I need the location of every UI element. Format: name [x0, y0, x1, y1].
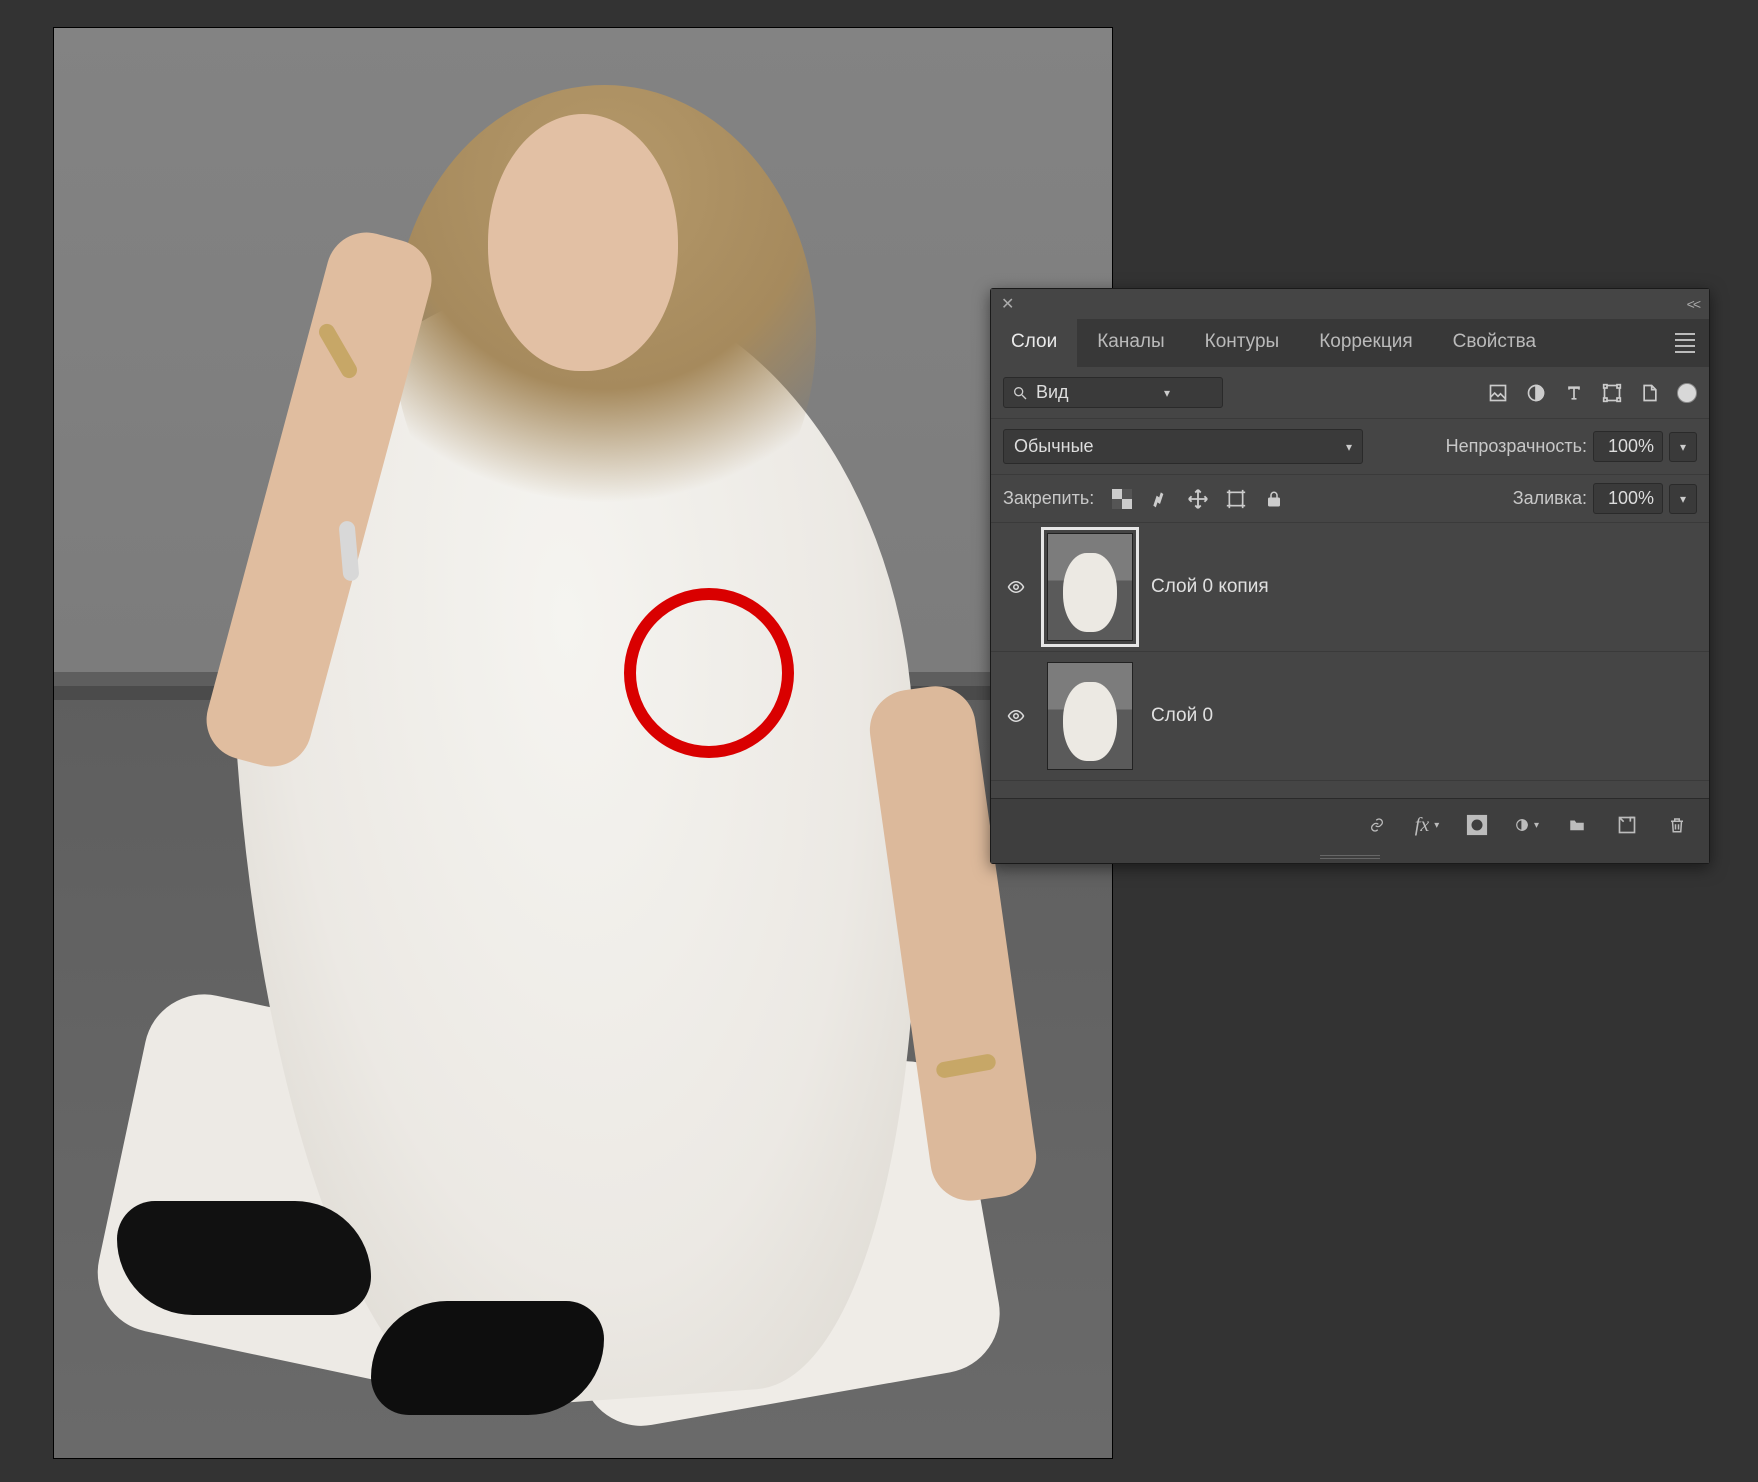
- close-panel-icon[interactable]: ✕: [1001, 294, 1014, 314]
- layer-fx-icon[interactable]: fx ▾: [1415, 813, 1439, 837]
- tab-paths[interactable]: Контуры: [1185, 319, 1300, 367]
- photo-content: [54, 28, 1112, 1458]
- layer-row[interactable]: Слой 0: [991, 651, 1709, 780]
- lock-transparency-icon[interactable]: [1110, 487, 1134, 511]
- layer-list: Слой 0 копия Слой 0: [991, 522, 1709, 798]
- blend-mode-select[interactable]: Обычные ▾: [1003, 429, 1363, 464]
- panel-tabs: Слои Каналы Контуры Коррекция Свойства: [991, 319, 1709, 367]
- visibility-eye-icon[interactable]: [1003, 578, 1029, 596]
- shape-layer-icon[interactable]: [1601, 382, 1623, 404]
- collapse-panel-icon[interactable]: <<: [1687, 296, 1699, 312]
- lock-pixels-icon[interactable]: [1148, 487, 1172, 511]
- pixel-layer-icon[interactable]: [1487, 382, 1509, 404]
- opacity-label: Непрозрачность:: [1446, 436, 1587, 457]
- smartobject-layer-icon[interactable]: [1639, 382, 1661, 404]
- lock-fill-row: Закрепить: Заливка: 100% ▾: [991, 474, 1709, 522]
- tab-layers[interactable]: Слои: [991, 319, 1077, 367]
- tab-channels[interactable]: Каналы: [1077, 319, 1184, 367]
- chevron-down-icon: ▾: [1164, 386, 1170, 400]
- layer-name-label[interactable]: Слой 0: [1151, 705, 1213, 727]
- layer-filter-dropdown[interactable]: ▾: [1003, 377, 1223, 408]
- panel-menu-icon[interactable]: [1685, 333, 1709, 353]
- layer-thumbnail[interactable]: [1047, 662, 1133, 770]
- link-layers-icon[interactable]: [1365, 813, 1389, 837]
- layer-name-label[interactable]: Слой 0 копия: [1151, 576, 1269, 598]
- fill-value[interactable]: 100%: [1593, 483, 1663, 514]
- filter-toggle-switch[interactable]: [1677, 383, 1697, 403]
- lock-all-icon[interactable]: [1262, 487, 1286, 511]
- blend-mode-value: Обычные: [1014, 436, 1094, 457]
- adjustment-layer-icon[interactable]: [1525, 382, 1547, 404]
- layers-panel: ✕ << Слои Каналы Контуры Коррекция Свойс…: [990, 288, 1710, 864]
- layer-row[interactable]: Слой 0 копия: [991, 522, 1709, 651]
- search-icon: [1012, 385, 1028, 401]
- type-layer-icon[interactable]: [1563, 382, 1585, 404]
- visibility-eye-icon[interactable]: [1003, 707, 1029, 725]
- tab-properties[interactable]: Свойства: [1433, 319, 1556, 367]
- lock-artboard-icon[interactable]: [1224, 487, 1248, 511]
- layer-filter-row: ▾: [991, 367, 1709, 418]
- panel-bottom-toolbar: fx ▾ ▾: [991, 798, 1709, 851]
- opacity-chevron[interactable]: ▾: [1669, 432, 1697, 462]
- panel-resize-grip[interactable]: [991, 851, 1709, 863]
- add-mask-icon[interactable]: [1465, 813, 1489, 837]
- annotation-red-circle: [624, 588, 794, 758]
- lock-position-icon[interactable]: [1186, 487, 1210, 511]
- fill-label: Заливка:: [1513, 488, 1587, 509]
- panel-titlebar[interactable]: ✕ <<: [991, 289, 1709, 319]
- document-canvas[interactable]: [54, 28, 1112, 1458]
- delete-layer-icon[interactable]: [1665, 813, 1689, 837]
- new-group-icon[interactable]: [1565, 813, 1589, 837]
- layer-filter-input[interactable]: [1036, 382, 1156, 403]
- lock-label: Закрепить:: [1003, 488, 1094, 509]
- new-adjustment-icon[interactable]: ▾: [1515, 813, 1539, 837]
- opacity-value[interactable]: 100%: [1593, 431, 1663, 462]
- lock-icon-group: [1110, 487, 1286, 511]
- layer-thumbnail[interactable]: [1047, 533, 1133, 641]
- blend-opacity-row: Обычные ▾ Непрозрачность: 100% ▾: [991, 418, 1709, 474]
- fill-chevron[interactable]: ▾: [1669, 484, 1697, 514]
- tab-adjustments[interactable]: Коррекция: [1299, 319, 1432, 367]
- new-layer-icon[interactable]: [1615, 813, 1639, 837]
- layer-type-filters: [1487, 382, 1697, 404]
- chevron-down-icon: ▾: [1346, 440, 1352, 454]
